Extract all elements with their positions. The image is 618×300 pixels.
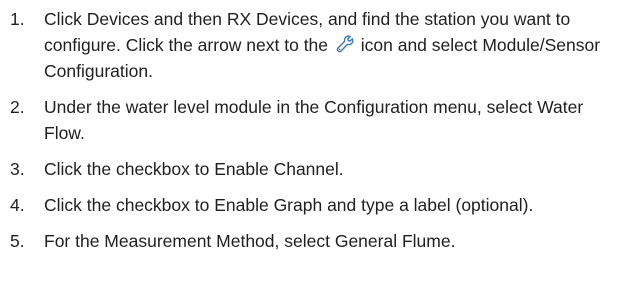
step-number: 5. (10, 231, 25, 251)
step-4: 4. Click the checkbox to Enable Graph an… (10, 192, 608, 218)
step-5: 5. For the Measurement Method, select Ge… (10, 228, 608, 254)
wrench-icon (335, 34, 355, 54)
step-2: 2. Under the water level module in the C… (10, 94, 608, 146)
step-text: Under the water level module in the Conf… (44, 97, 584, 143)
step-text: Click Devices and then RX Devices, and f… (44, 6, 604, 84)
step-text: For the Measurement Method, select Gener… (44, 231, 456, 251)
step-number: 3. (10, 159, 25, 179)
step-number: 2. (10, 97, 25, 117)
steps-list: 1. Click Devices and then RX Devices, an… (10, 6, 608, 254)
step-number: 4. (10, 195, 25, 215)
step-3: 3. Click the checkbox to Enable Channel. (10, 156, 608, 182)
step-1: 1. Click Devices and then RX Devices, an… (10, 6, 608, 84)
step-number: 1. (10, 9, 25, 29)
instruction-document: 1. Click Devices and then RX Devices, an… (0, 0, 618, 300)
step-text: Click the checkbox to Enable Graph and t… (44, 195, 534, 215)
step-text: Click the checkbox to Enable Channel. (44, 159, 344, 179)
